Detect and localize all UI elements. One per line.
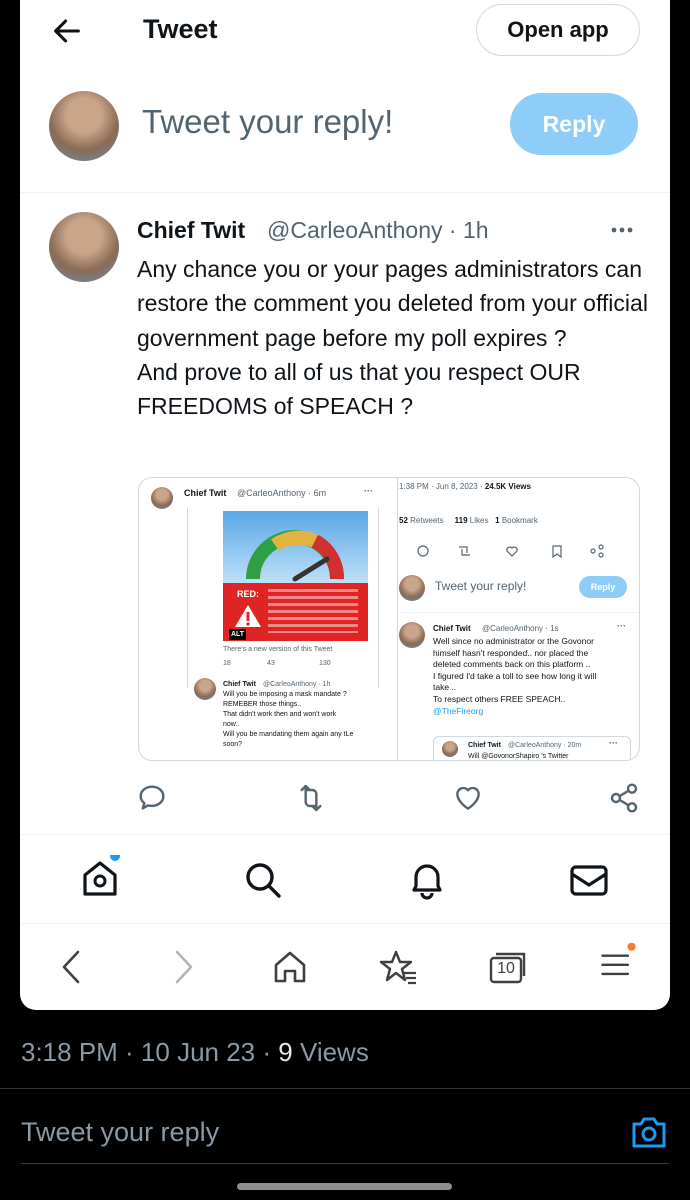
open-app-button[interactable]: Open app bbox=[476, 4, 640, 56]
menu-hamburger-icon[interactable] bbox=[597, 943, 637, 983]
embed-right-reply-line: deleted comments back on this platform .… bbox=[433, 659, 591, 670]
embed-left-name: Chief Twit bbox=[184, 488, 227, 498]
embed-right-more-icon: ··· bbox=[617, 621, 626, 631]
embed-divider bbox=[397, 612, 639, 613]
bookmark-star-icon[interactable] bbox=[378, 947, 418, 987]
embed-right-reply-text: Well since no administrator or the Govon… bbox=[433, 636, 638, 717]
divider bbox=[20, 923, 670, 924]
embed-left-reply-name: Chief Twit bbox=[223, 681, 256, 688]
home-indicator[interactable] bbox=[237, 1183, 452, 1190]
embed-right-mention: @TheFireorg bbox=[433, 705, 484, 716]
embed-reply-avatar-right bbox=[399, 622, 425, 648]
reply-compose-input[interactable]: Tweet your reply! bbox=[142, 103, 393, 141]
tabs-icon[interactable]: 10 bbox=[487, 950, 527, 986]
camera-icon[interactable] bbox=[630, 1113, 668, 1151]
notifications-bell-icon[interactable] bbox=[404, 857, 450, 903]
embed-left-reply-meta: @CarleoAnthony · 1h bbox=[263, 681, 331, 688]
tweet-text-line: Any chance you or your pages administrat… bbox=[137, 256, 648, 351]
embed-stat-likes: 130 bbox=[319, 660, 331, 667]
embed-quote-more-icon: ··· bbox=[609, 738, 618, 748]
warning-icon bbox=[235, 605, 261, 627]
embed-right-reply-line: I figured I'd take a toll to see how lon… bbox=[433, 670, 597, 681]
embed-right-reply-line: Well since no administrator or the Govon… bbox=[433, 636, 594, 646]
embed-left-reply-line: Will you be mandating them again any tLe bbox=[223, 731, 354, 738]
browser-back-icon[interactable] bbox=[52, 947, 92, 987]
embed-quote-avatar bbox=[442, 741, 458, 757]
embed-reply-placeholder: Tweet your reply! bbox=[435, 579, 527, 593]
embed-right-reply-meta: @CarleoAnthony · 1s bbox=[482, 624, 559, 633]
embed-left-meta: @CarleoAnthony · 6m bbox=[237, 488, 327, 498]
embed-left-reply-line: REMEBER those things.. bbox=[223, 701, 302, 708]
gauge-icon bbox=[246, 530, 344, 582]
embed-engagement-stats: 52 Retweets 119 Likes 1 Bookmark bbox=[399, 516, 538, 525]
back-arrow-icon[interactable] bbox=[50, 14, 84, 48]
embed-compose-avatar bbox=[399, 575, 425, 601]
tab-count: 10 bbox=[497, 960, 515, 977]
alt-badge: ALT bbox=[229, 629, 247, 640]
reply-input-underline bbox=[21, 1163, 669, 1164]
embed-new-version: There's a new version of this Tweet bbox=[223, 646, 333, 653]
embed-sky-image bbox=[223, 511, 368, 583]
views-label: Views bbox=[292, 1037, 369, 1067]
embed-quote-text: Will @GovonorShapiro 's Twitter bbox=[468, 753, 569, 760]
browser-home-icon[interactable] bbox=[270, 947, 310, 987]
embed-right-reply-name: Chief Twit bbox=[433, 624, 471, 633]
reply-button[interactable]: Reply bbox=[510, 93, 638, 155]
embed-stat-retweets: 43 bbox=[267, 660, 275, 667]
search-icon[interactable] bbox=[240, 857, 286, 903]
tweet-page-card: Tweet Open app Tweet your reply! Reply C… bbox=[20, 0, 670, 1010]
embed-right-reply-line: To respect others FREE SPEACH.. bbox=[433, 693, 566, 704]
embed-left-reply-line: soon? bbox=[223, 741, 243, 748]
embed-quote-meta: @CarleoAnthony · 20m bbox=[508, 742, 582, 749]
embed-alert-label: RED: bbox=[237, 589, 259, 599]
embed-avatar bbox=[151, 487, 173, 509]
like-heart-icon[interactable] bbox=[452, 782, 484, 814]
tweet-timestamp: 3:18 PM · 10 Jun 23 · bbox=[21, 1037, 279, 1067]
embed-reply-avatar bbox=[194, 678, 216, 700]
views-count: 9 bbox=[278, 1037, 293, 1067]
browser-forward-icon[interactable] bbox=[163, 947, 203, 987]
tweet-image[interactable]: Chief Twit @CarleoAnthony · 6m ··· RED: … bbox=[138, 477, 640, 761]
embed-left-reply-line: Will you be imposing a mask mandate ? bbox=[223, 691, 347, 698]
embed-timestamp: 1:38 PM · Jun 8, 2023 · 24.5K Views bbox=[399, 482, 531, 491]
tweet-text-line: And prove to all of us that you respect … bbox=[137, 358, 581, 420]
embed-reply-button: Reply bbox=[579, 576, 627, 598]
divider bbox=[20, 192, 670, 193]
divider bbox=[0, 1088, 690, 1089]
divider bbox=[20, 834, 670, 835]
avatar[interactable] bbox=[49, 91, 119, 161]
bottom-reply-input[interactable]: Tweet your reply bbox=[21, 1117, 219, 1148]
embed-left-reply-text: Will you be imposing a mask mandate ? RE… bbox=[223, 690, 373, 750]
embed-split-line bbox=[397, 478, 398, 760]
tweet-timestamp-views: 3:18 PM · 10 Jun 23 · 9 Views bbox=[21, 1037, 369, 1068]
embed-stat-replies: 18 bbox=[223, 660, 231, 667]
reply-comment-icon[interactable] bbox=[136, 782, 168, 814]
home-icon[interactable] bbox=[77, 855, 123, 901]
retweet-icon[interactable] bbox=[295, 782, 327, 814]
embed-left-more-icon: ··· bbox=[364, 486, 373, 496]
embed-alert-text bbox=[268, 589, 358, 633]
tweet-text: Any chance you or your pages administrat… bbox=[137, 252, 657, 423]
embed-right-reply-line: himself hasn't responded.. nor placed th… bbox=[433, 647, 589, 658]
tweet-author-name[interactable]: Chief Twit bbox=[137, 217, 245, 244]
embed-right-reply-line: take .. bbox=[433, 682, 457, 693]
page-title: Tweet bbox=[143, 14, 218, 44]
embed-action-icons bbox=[417, 544, 617, 561]
embed-left-reply-line: now.. bbox=[223, 721, 240, 728]
embed-left-reply-line: That didn't work then and won't work bbox=[223, 711, 337, 718]
share-icon[interactable] bbox=[608, 782, 640, 814]
embed-alert-banner: RED: ALT bbox=[223, 583, 368, 641]
tweet-handle-time: @CarleoAnthony · 1h bbox=[267, 217, 489, 243]
messages-mail-icon[interactable] bbox=[566, 857, 612, 903]
embed-quote-name: Chief Twit bbox=[468, 742, 501, 749]
tweet-author-avatar[interactable] bbox=[49, 212, 119, 282]
more-options-icon[interactable] bbox=[605, 216, 639, 244]
embed-quote-box: Chief Twit @CarleoAnthony · 20m ··· Will… bbox=[433, 736, 631, 760]
